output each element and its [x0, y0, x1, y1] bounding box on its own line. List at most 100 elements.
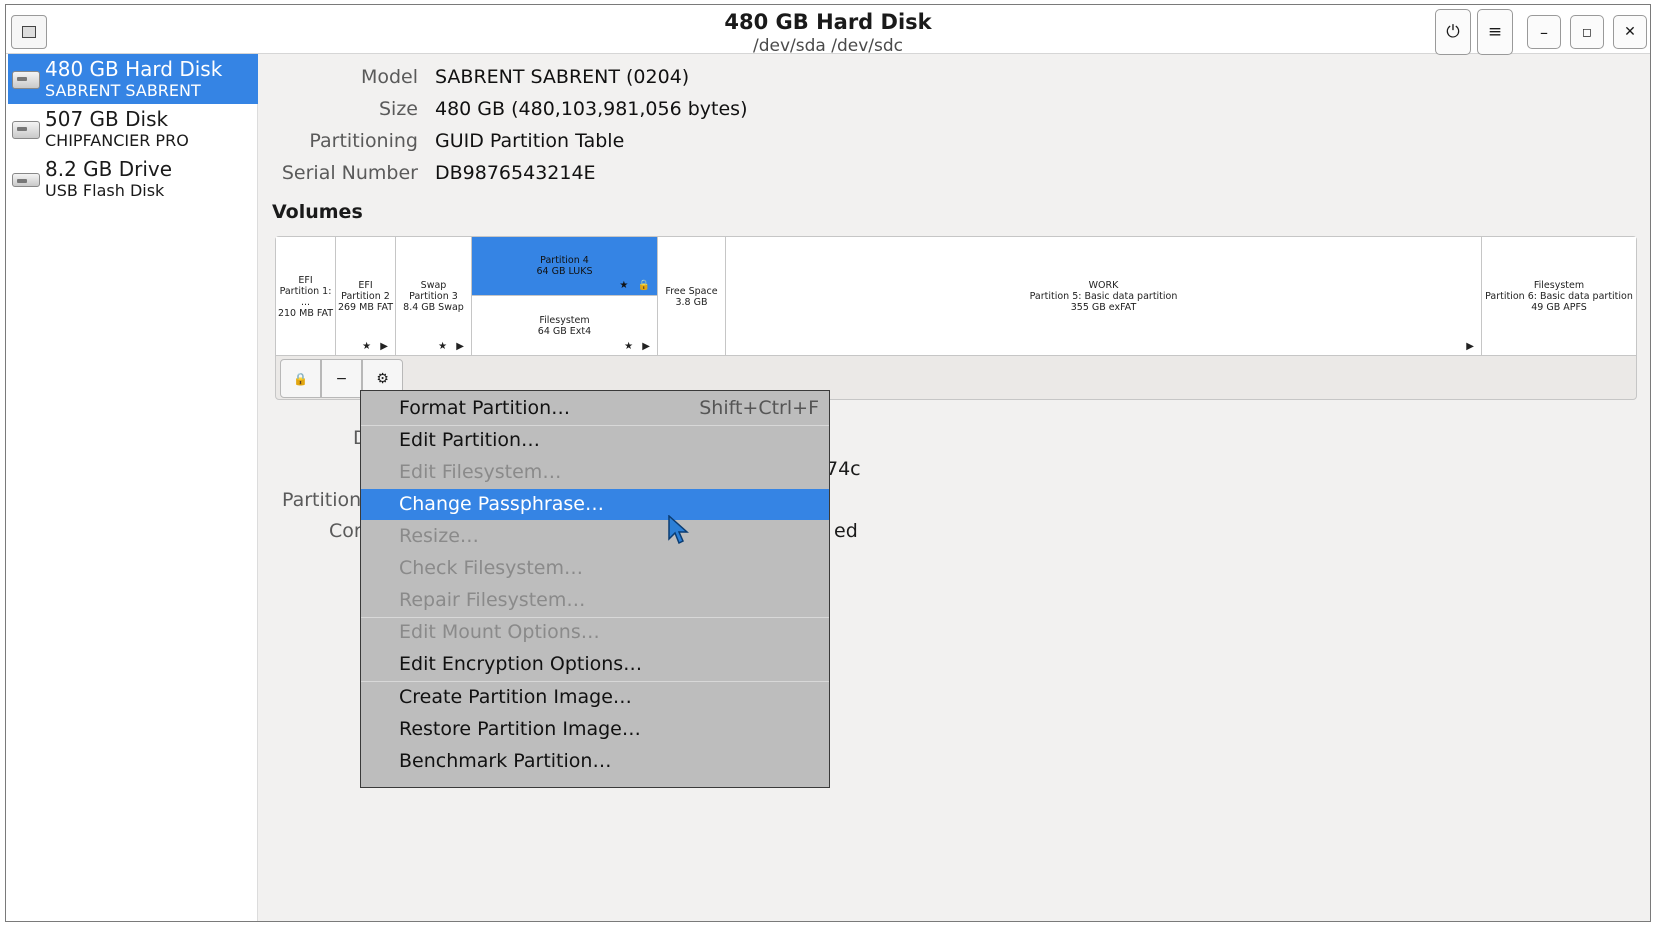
device-name: 8.2 GB Drive	[45, 157, 173, 181]
partition-label: Filesystem	[539, 315, 590, 326]
menu-item-edit-filesystem: Edit Filesystem…	[361, 457, 829, 488]
delete-partition-button[interactable]: −	[321, 359, 362, 398]
menu-item-label: Create Partition Image…	[399, 686, 632, 708]
partition-1[interactable]: EFI Partition 1: ... 210 MB FAT	[276, 237, 336, 356]
drive-menu-button[interactable]: ≡	[1477, 9, 1513, 55]
mounted-star-icon: ★ ▶	[438, 341, 467, 352]
menu-item-label: Edit Filesystem…	[399, 461, 562, 483]
maximize-icon: ◻	[1582, 25, 1592, 39]
menu-item-label: Edit Encryption Options…	[399, 653, 643, 675]
partition-3[interactable]: Swap Partition 3 8.4 GB Swap ★ ▶	[396, 237, 472, 356]
menu-item-label: Edit Partition…	[399, 429, 541, 451]
menu-item-label: Check Filesystem…	[399, 557, 583, 579]
menu-item-label: Restore Partition Image…	[399, 718, 641, 740]
volumes-heading: Volumes	[272, 201, 363, 223]
info-value: DB9876543214E	[435, 162, 596, 184]
menu-item-label: Repair Filesystem…	[399, 589, 586, 611]
info-value: 480 GB (480,103,981,056 bytes)	[435, 98, 748, 120]
partition-label: EFI	[298, 274, 313, 286]
device-model: SABRENT SABRENT	[45, 81, 201, 100]
partition-2[interactable]: EFI Partition 2 269 MB FAT ★ ▶	[336, 237, 396, 356]
menu-item-format-partition[interactable]: Format Partition… Shift+Ctrl+F	[361, 393, 829, 424]
device-item-480gb[interactable]: 480 GB Hard Disk SABRENT SABRENT	[8, 54, 258, 104]
partition-bar: EFI Partition 1: ... 210 MB FAT EFI Part…	[276, 237, 1636, 356]
partition-4-filesystem[interactable]: Filesystem 64 GB Ext4 ★ ▶	[472, 296, 658, 356]
info-value: SABRENT SABRENT (0204)	[435, 66, 690, 88]
menu-item-check-filesystem: Check Filesystem…	[361, 553, 829, 584]
lock-volume-button[interactable]: 🔒	[280, 359, 321, 398]
partition-number: Partition 2	[341, 291, 390, 302]
play-arrow-icon: ▶	[1466, 341, 1477, 352]
free-space[interactable]: Free Space 3.8 GB	[658, 237, 726, 356]
minimize-icon: –	[1540, 22, 1548, 42]
info-label: Serial Number	[281, 162, 418, 184]
contents-value-fragment: ed	[834, 520, 858, 542]
maximize-button[interactable]: ◻	[1570, 15, 1604, 49]
hamburger-menu-icon: ≡	[1487, 22, 1503, 42]
hard-disk-icon	[12, 71, 40, 89]
mounted-star-icon: ★ ▶	[362, 341, 391, 352]
partition-number: Partition 3	[409, 291, 458, 302]
menu-item-label: Benchmark Partition…	[399, 750, 612, 772]
contents-label-fragment: Cor	[329, 520, 362, 542]
title-area: 480 GB Hard Disk /dev/sda /dev/sdc	[6, 8, 1650, 56]
power-button[interactable]: ⏻	[1435, 9, 1471, 55]
info-label: Partitioning	[309, 130, 418, 152]
partition-size: 355 GB exFAT	[1070, 302, 1137, 313]
menu-item-benchmark-partition[interactable]: Benchmark Partition…	[361, 746, 829, 777]
uuid-value-fragment: 74c	[826, 458, 861, 480]
menu-item-change-passphrase[interactable]: Change Passphrase…	[361, 489, 829, 520]
partition-size: 8.4 GB Swap	[403, 302, 464, 313]
partition-label-fragment: Partition	[282, 489, 362, 511]
close-button[interactable]: ✕	[1613, 15, 1647, 49]
partition-number: Partition 5: Basic data partition	[1029, 291, 1178, 302]
menu-item-resize: Resize…	[361, 521, 829, 552]
mounted-star-icon: ★ ▶	[624, 341, 653, 352]
menu-item-edit-encryption-options[interactable]: Edit Encryption Options…	[361, 649, 829, 680]
info-label: Model	[360, 66, 418, 88]
menu-item-edit-mount-options: Edit Mount Options…	[361, 617, 829, 648]
device-model: CHIPFANCIER PRO	[45, 131, 189, 150]
menu-item-label: Format Partition…	[399, 397, 571, 419]
partition-5-work[interactable]: WORK Partition 5: Basic data partition 3…	[726, 237, 1482, 356]
hard-disk-icon	[12, 121, 40, 139]
info-value: GUID Partition Table	[435, 130, 625, 152]
device-name: 507 GB Disk	[45, 107, 169, 131]
device-item-507gb[interactable]: 507 GB Disk CHIPFANCIER PRO	[8, 104, 258, 154]
device-model: USB Flash Disk	[45, 181, 165, 200]
partition-size: 269 MB FAT	[337, 302, 394, 313]
partition-label: WORK	[1088, 280, 1119, 291]
partition-size: 3.8 GB	[675, 296, 708, 308]
partition-size: 210 MB FAT	[277, 307, 334, 319]
partition-size: 49 GB APFS	[1531, 302, 1587, 313]
device-name: 480 GB Hard Disk	[45, 57, 223, 81]
menu-item-create-partition-image[interactable]: Create Partition Image…	[361, 682, 829, 713]
lock-icon: 🔒	[293, 371, 308, 386]
mouse-cursor-icon	[668, 515, 689, 545]
power-icon: ⏻	[1446, 22, 1460, 42]
device-sidebar: 480 GB Hard Disk SABRENT SABRENT 507 GB …	[6, 54, 258, 921]
partition-6[interactable]: Filesystem Partition 6: Basic data parti…	[1482, 237, 1636, 356]
partition-number: Partition 6: Basic data partition	[1485, 291, 1633, 302]
usb-drive-icon	[12, 173, 40, 187]
menu-item-repair-filesystem: Repair Filesystem…	[361, 585, 829, 616]
partition-label: Free Space	[665, 285, 718, 297]
menu-item-label: Edit Mount Options…	[399, 621, 600, 643]
device-item-8gb[interactable]: 8.2 GB Drive USB Flash Disk	[8, 154, 258, 204]
partition-context-menu: Format Partition… Shift+Ctrl+F Edit Part…	[360, 390, 830, 788]
menu-item-restore-partition-image[interactable]: Restore Partition Image…	[361, 714, 829, 745]
partition-4-luks[interactable]: Partition 4 64 GB LUKS ★ 🔒	[472, 237, 658, 296]
partition-number: Partition 1: ...	[279, 285, 332, 308]
partition-label: Swap	[420, 280, 447, 291]
gears-icon: ⚙	[376, 370, 389, 387]
menu-item-label: Change Passphrase…	[399, 493, 604, 515]
partition-size: 64 GB Ext4	[537, 326, 592, 337]
menu-item-label: Resize…	[399, 525, 479, 547]
partition-size: 64 GB LUKS	[536, 266, 593, 277]
info-label: Size	[378, 98, 418, 120]
partition-label: Filesystem	[1533, 280, 1585, 291]
menu-item-edit-partition[interactable]: Edit Partition…	[361, 425, 829, 456]
minus-icon: −	[335, 370, 348, 387]
minimize-button[interactable]: –	[1527, 15, 1561, 49]
close-icon: ✕	[1624, 24, 1636, 40]
